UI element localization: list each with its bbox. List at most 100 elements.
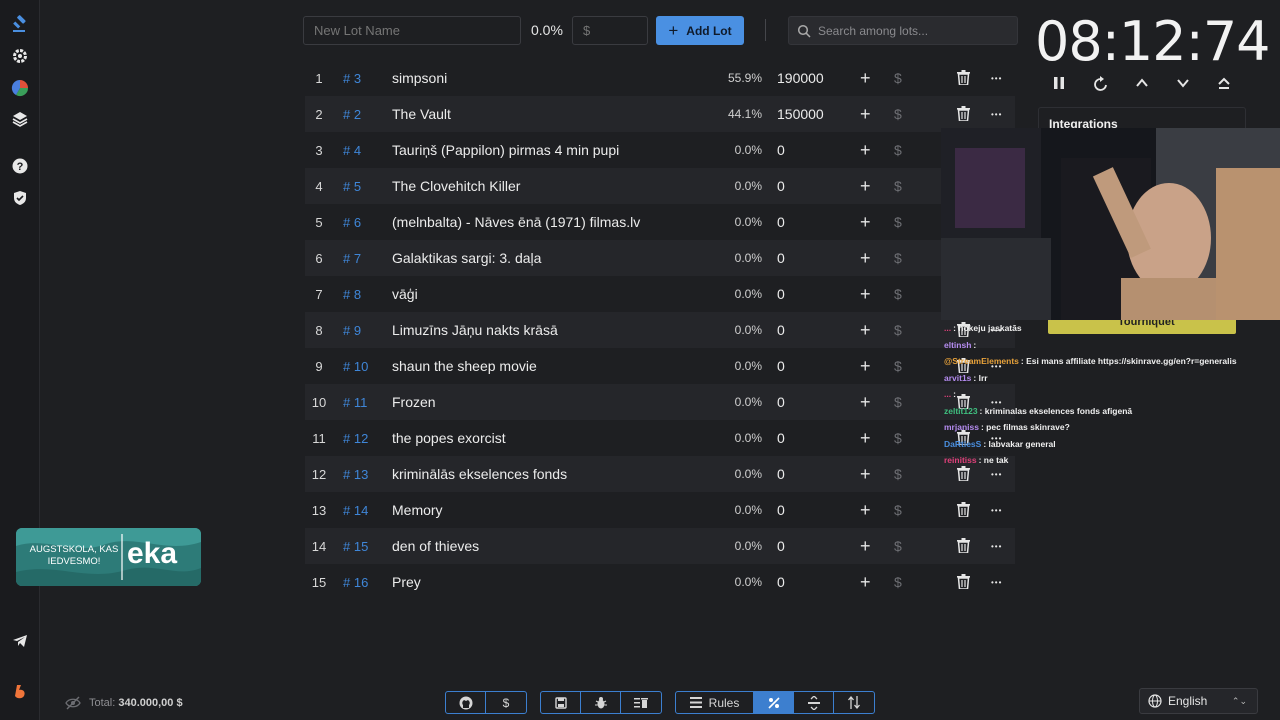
add-to-lot-icon[interactable]: + [860, 500, 871, 521]
clear-icon[interactable] [621, 692, 661, 713]
trash-icon[interactable] [957, 574, 971, 590]
lot-amount[interactable]: 0 [777, 322, 785, 338]
trash-icon[interactable] [957, 106, 971, 122]
sort-icon[interactable] [834, 692, 874, 713]
help-icon[interactable]: ? [9, 155, 31, 177]
lot-name[interactable]: Limuzīns Jāņu nakts krāsā [392, 322, 558, 338]
lot-name[interactable]: Memory [392, 502, 443, 518]
lot-amount[interactable]: 0 [777, 430, 785, 446]
lot-name-input[interactable] [303, 16, 521, 45]
add-to-lot-icon[interactable]: + [860, 140, 871, 161]
pause-icon[interactable] [1048, 76, 1070, 98]
eject-icon[interactable] [1213, 76, 1235, 98]
lot-amount[interactable]: 0 [777, 466, 785, 482]
dollar-icon[interactable]: $ [894, 286, 902, 302]
lot-name[interactable]: The Clovehitch Killer [392, 178, 520, 194]
search-input[interactable] [818, 23, 1008, 38]
dollar-icon[interactable]: $ [894, 502, 902, 518]
add-to-lot-icon[interactable]: + [860, 248, 871, 269]
add-to-lot-icon[interactable]: + [860, 68, 871, 89]
eye-off-icon[interactable] [65, 696, 81, 710]
pie-chart-icon[interactable] [9, 77, 31, 99]
more-options-icon[interactable]: ••• [991, 74, 1002, 83]
lot-amount[interactable]: 0 [777, 538, 785, 554]
dollar-icon[interactable]: $ [894, 214, 902, 230]
lot-amount[interactable]: 0 [777, 574, 785, 590]
dollar-icon[interactable]: $ [894, 178, 902, 194]
add-to-lot-icon[interactable]: + [860, 320, 871, 341]
language-select[interactable]: English ⌃⌄ [1139, 688, 1258, 714]
lot-amount[interactable]: 190000 [777, 70, 824, 86]
dollar-icon[interactable]: $ [894, 358, 902, 374]
telegram-icon[interactable] [9, 630, 31, 652]
lot-name[interactable]: (melnbalta) - Nāves ēnā (1971) filmas.lv [392, 214, 640, 230]
lot-name[interactable]: Galaktikas sargi: 3. daļa [392, 250, 541, 266]
dollar-icon[interactable]: $ [894, 142, 902, 158]
lot-amount[interactable]: 0 [777, 358, 785, 374]
dollar-icon[interactable]: $ [894, 394, 902, 410]
dollar-icon[interactable]: $ [894, 574, 902, 590]
lot-amount[interactable]: 0 [777, 214, 785, 230]
add-to-lot-icon[interactable]: + [860, 356, 871, 377]
add-to-lot-icon[interactable]: + [860, 572, 871, 593]
more-options-icon[interactable]: ••• [991, 578, 1002, 587]
trash-icon[interactable] [957, 70, 971, 86]
lot-amount[interactable]: 0 [777, 142, 785, 158]
layers-icon[interactable] [9, 108, 31, 130]
lot-name[interactable]: simpsoni [392, 70, 447, 86]
search-box[interactable] [788, 16, 1018, 45]
lot-amount[interactable]: 0 [777, 178, 785, 194]
lot-name[interactable]: Prey [392, 574, 421, 590]
dollar-icon[interactable]: $ [894, 466, 902, 482]
add-to-lot-icon[interactable]: + [860, 212, 871, 233]
lot-amount[interactable]: 0 [777, 502, 785, 518]
dollar-icon[interactable]: $ [894, 430, 902, 446]
lot-name[interactable]: den of thieves [392, 538, 479, 554]
more-options-icon[interactable]: ••• [991, 110, 1002, 119]
add-to-lot-icon[interactable]: + [860, 104, 871, 125]
trash-icon[interactable] [957, 502, 971, 518]
bug-icon[interactable] [581, 692, 621, 713]
lot-name[interactable]: vāģi [392, 286, 418, 302]
lot-amount[interactable]: 0 [777, 286, 785, 302]
lot-amount[interactable]: 0 [777, 394, 785, 410]
percent-icon[interactable] [754, 692, 794, 713]
lot-name[interactable]: the popes exorcist [392, 430, 506, 446]
lot-name[interactable]: Frozen [392, 394, 436, 410]
lot-amount-input[interactable] [572, 16, 648, 45]
lot-name[interactable]: shaun the sheep movie [392, 358, 537, 374]
dollar-icon[interactable]: $ [894, 250, 902, 266]
chevron-up-icon[interactable] [1131, 76, 1153, 98]
add-to-lot-icon[interactable]: + [860, 428, 871, 449]
add-to-lot-icon[interactable]: + [860, 536, 871, 557]
add-lot-button[interactable]: + Add Lot [656, 16, 744, 45]
chevron-down-icon[interactable] [1172, 76, 1194, 98]
gavel-icon[interactable] [9, 13, 31, 35]
add-to-lot-icon[interactable]: + [860, 176, 871, 197]
dollar-icon[interactable]: $ [486, 692, 526, 713]
github-icon[interactable] [446, 692, 486, 713]
add-to-lot-icon[interactable]: + [860, 284, 871, 305]
lot-name[interactable]: Tauriņš (Pappilon) pirmas 4 min pupi [392, 142, 619, 158]
more-options-icon[interactable]: ••• [991, 542, 1002, 551]
dollar-icon[interactable]: $ [894, 106, 902, 122]
dollar-icon[interactable]: $ [894, 322, 902, 338]
reset-icon[interactable] [1090, 76, 1112, 98]
split-icon[interactable] [794, 692, 834, 713]
save-icon[interactable] [541, 692, 581, 713]
trash-icon[interactable] [957, 538, 971, 554]
more-options-icon[interactable]: ••• [991, 470, 1002, 479]
lot-amount[interactable]: 0 [777, 250, 785, 266]
add-to-lot-icon[interactable]: + [860, 464, 871, 485]
rules-button[interactable]: Rules [676, 692, 754, 713]
more-options-icon[interactable]: ••• [991, 506, 1002, 515]
gear-icon[interactable] [9, 45, 31, 67]
boosty-icon[interactable] [9, 681, 31, 703]
lot-name[interactable]: kriminālās ekselences fonds [392, 466, 567, 482]
add-to-lot-icon[interactable]: + [860, 392, 871, 413]
dollar-icon[interactable]: $ [894, 538, 902, 554]
lot-amount[interactable]: 150000 [777, 106, 824, 122]
dollar-icon[interactable]: $ [894, 70, 902, 86]
lot-name[interactable]: The Vault [392, 106, 451, 122]
shield-icon[interactable] [9, 187, 31, 209]
